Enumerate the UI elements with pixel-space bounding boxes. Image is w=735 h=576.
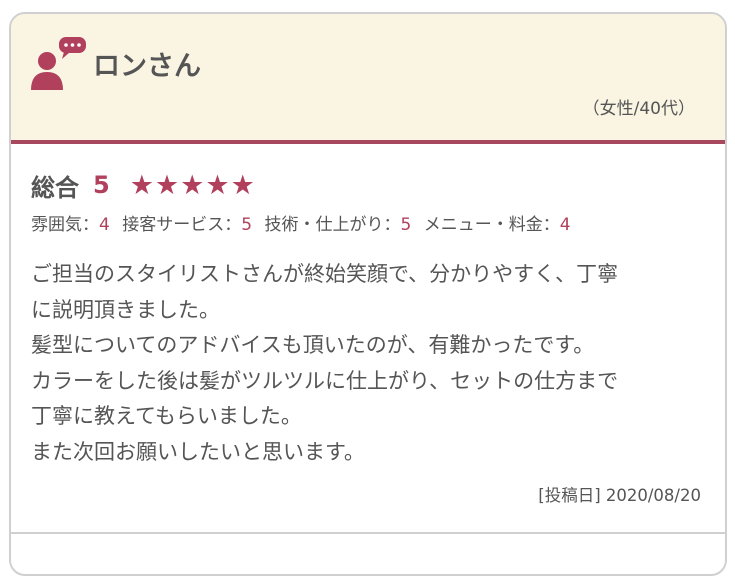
sub-rating-value: 4	[559, 215, 571, 235]
sub-ratings: 雰囲気：4 接客サービス：5 技術・仕上がり：5 メニュー・料金：4	[31, 210, 705, 235]
comment-line: ご担当のスタイリストさんが終始笑顔で、分かりやすく、丁寧	[31, 262, 619, 286]
overall-rating: 総合 5 ★ ★ ★ ★ ★	[31, 166, 705, 204]
review-comment: ご担当のスタイリストさんが終始笑顔で、分かりやすく、丁寧 に説明頂きました。 髪…	[31, 257, 705, 470]
sub-rating-atmosphere: 雰囲気：4	[31, 215, 110, 235]
comment-line: また次回お願いしたいと思います。	[31, 439, 365, 464]
comment-line: 髪型についてのアドバイスも頂いたのが、有難かったです。	[31, 333, 595, 357]
star-rating: ★ ★ ★ ★ ★	[130, 172, 256, 199]
star-icon: ★	[205, 169, 230, 201]
sub-rating-value: 5	[241, 215, 253, 235]
sub-rating-technique: 技術・仕上がり：5	[264, 215, 411, 235]
overall-label: 総合	[31, 173, 79, 202]
posted-date: [投稿日] 2020/08/20	[538, 486, 701, 505]
sub-rating-label: 接客サービス：	[122, 215, 242, 235]
star-icon: ★	[230, 169, 255, 201]
star-icon: ★	[129, 169, 154, 201]
sub-rating-label: 技術・仕上がり：	[264, 215, 401, 235]
sub-rating-label: 雰囲気：	[31, 215, 99, 235]
reviewer-demographic: （女性/40代）	[582, 99, 695, 119]
sub-rating-value: 4	[99, 215, 110, 235]
sub-rating-label: メニュー・料金：	[423, 215, 560, 235]
divider	[11, 532, 725, 534]
reviewer-comment-icon	[31, 37, 86, 90]
comment-line: に説明頂きました。	[31, 297, 220, 322]
star-icon: ★	[180, 169, 205, 201]
review-header: ロンさん （女性/40代）	[11, 14, 725, 144]
sub-rating-value: 5	[400, 215, 412, 235]
sub-rating-service: 接客サービス：5	[122, 215, 252, 235]
comment-line: 丁寧に教えてもらいました。	[31, 404, 302, 428]
reviewer-name: ロンさん	[93, 51, 201, 82]
comment-line: カラーをした後は髪がツルツルに仕上がり、セットの仕方まで	[31, 368, 619, 393]
star-icon: ★	[154, 169, 180, 201]
review-card: ロンさん （女性/40代） 総合 5 ★ ★ ★ ★ ★ 雰囲気：4 接客サービス：5 …	[9, 12, 727, 576]
overall-score: 5	[93, 171, 110, 199]
sub-rating-price: メニュー・料金：4	[424, 215, 571, 235]
